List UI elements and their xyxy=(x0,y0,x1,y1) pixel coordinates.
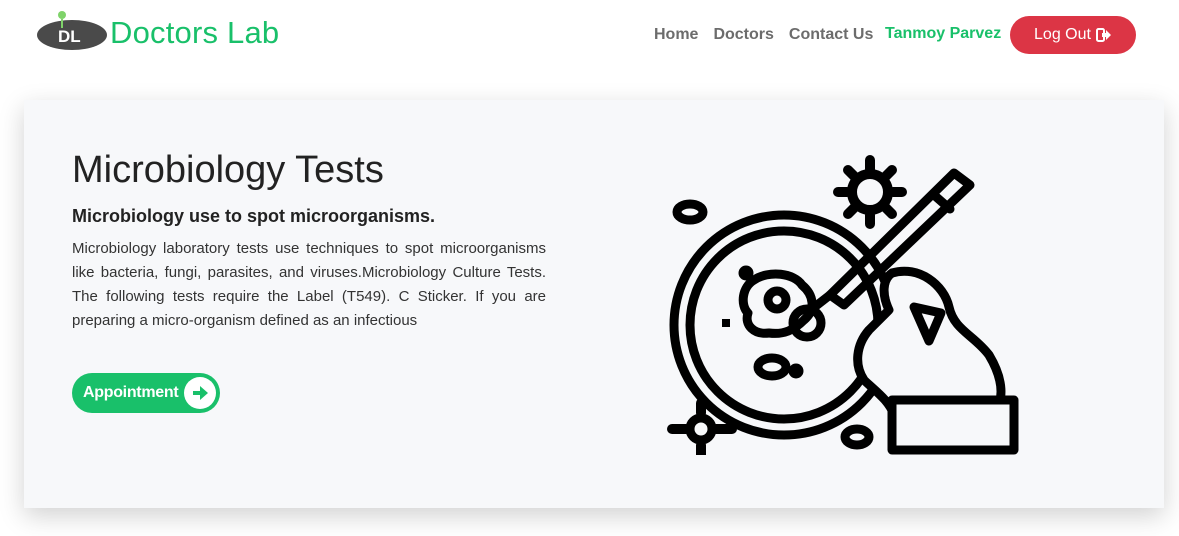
page-title: Microbiology Tests xyxy=(72,149,384,191)
appointment-label: Appointment xyxy=(83,384,179,401)
arrow-circle-right-icon xyxy=(184,377,216,409)
description: Microbiology laboratory tests use techni… xyxy=(72,240,546,329)
sign-out-icon xyxy=(1095,28,1111,42)
user-name[interactable]: Tanmoy Parvez xyxy=(885,25,1001,43)
brand[interactable]: DL Doctors Lab xyxy=(36,10,279,54)
page-subtitle: Microbiology use to spot microorganisms. xyxy=(72,206,436,226)
nav-link-doctors[interactable]: Doctors xyxy=(713,26,773,44)
logout-button[interactable]: Log Out xyxy=(1010,16,1136,54)
hero-card: Microbiology Tests Microbiology use to s… xyxy=(24,100,1164,508)
nav-link-home[interactable]: Home xyxy=(654,26,698,44)
nav-link-contact[interactable]: Contact Us xyxy=(789,26,873,44)
brand-name: Doctors Lab xyxy=(110,14,280,50)
nav-links: Home Doctors Contact Us xyxy=(654,26,888,44)
logout-label: Log Out xyxy=(1034,26,1091,43)
appointment-button[interactable]: Appointment xyxy=(72,373,220,413)
navbar: DL Doctors Lab Home Doctors Contact Us T… xyxy=(0,0,1179,70)
petri-dish-microscope-icon xyxy=(644,155,1044,460)
svg-text:DL: DL xyxy=(58,27,81,46)
logo: DL xyxy=(36,10,108,54)
